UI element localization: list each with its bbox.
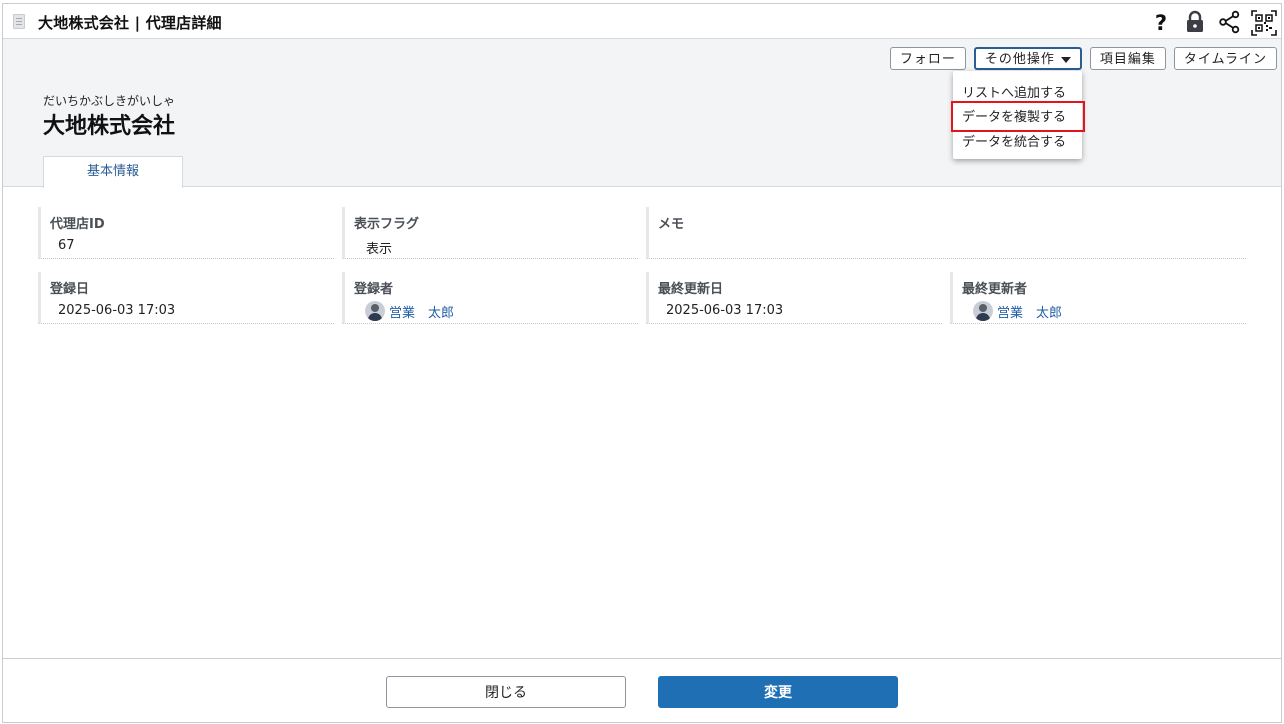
tab-basic-info[interactable]: 基本情報 xyxy=(43,156,183,188)
other-actions-label: その他操作 xyxy=(984,51,1055,66)
action-button-row: フォロー その他操作 項目編集 タイムライン xyxy=(889,47,1277,70)
company-name: 大地株式会社 xyxy=(43,114,176,139)
field-label: 登録者 xyxy=(354,282,394,297)
field-value: 67 xyxy=(58,238,75,253)
field-agency-id: 代理店ID 67 xyxy=(38,207,334,259)
field-label: 表示フラグ xyxy=(354,217,420,232)
avatar xyxy=(365,301,385,321)
record-header: フォロー その他操作 項目編集 タイムライン だいちかぶしきがいしゃ 大地株式会… xyxy=(3,39,1281,188)
caret-down-icon xyxy=(1060,56,1071,63)
field-registered-date: 登録日 2025-06-03 17:03 xyxy=(38,272,334,324)
field-memo: メモ xyxy=(646,207,1246,259)
follow-button[interactable]: フォロー xyxy=(889,47,966,70)
menu-item-merge-data[interactable]: データを統合する xyxy=(962,131,1066,150)
title-bar-icons: ? xyxy=(1149,9,1277,36)
change-button[interactable]: 変更 xyxy=(658,676,898,708)
user-link[interactable]: 営業 太郎 xyxy=(973,301,1062,321)
field-registered-by: 登録者 営業 太郎 xyxy=(342,272,638,324)
detail-window: 大地株式会社 | 代理店詳細 ? フォロー その他操作 項目編集 タイムライン … xyxy=(2,3,1282,723)
help-icon[interactable]: ? xyxy=(1149,10,1173,35)
user-name[interactable]: 営業 太郎 xyxy=(997,302,1062,321)
field-label: 最終更新者 xyxy=(962,282,1028,297)
qr-code-icon[interactable] xyxy=(1251,10,1277,36)
field-label: 最終更新日 xyxy=(658,282,724,297)
close-button[interactable]: 閉じる xyxy=(386,676,626,708)
document-icon xyxy=(13,14,25,29)
field-display-flag: 表示フラグ 表示 xyxy=(342,207,638,259)
field-last-updated-date: 最終更新日 2025-06-03 17:03 xyxy=(646,272,942,324)
field-label: メモ xyxy=(658,217,685,232)
field-label: 登録日 xyxy=(50,282,90,297)
field-label: 代理店ID xyxy=(50,217,105,232)
timeline-button[interactable]: タイムライン xyxy=(1173,47,1277,70)
footer-bar: 閉じる 変更 xyxy=(3,658,1281,722)
edit-fields-button[interactable]: 項目編集 xyxy=(1089,47,1166,70)
user-name[interactable]: 営業 太郎 xyxy=(389,302,454,321)
field-last-updated-by: 最終更新者 営業 太郎 xyxy=(950,272,1246,324)
share-icon[interactable] xyxy=(1217,10,1241,34)
field-value: 表示 xyxy=(366,242,393,257)
other-actions-button[interactable]: その他操作 xyxy=(973,47,1082,70)
avatar xyxy=(973,301,993,321)
company-kana: だいちかぶしきがいしゃ xyxy=(43,94,176,108)
lock-icon[interactable] xyxy=(1183,10,1207,34)
title-bar: 大地株式会社 | 代理店詳細 ? xyxy=(3,4,1281,39)
highlight-box xyxy=(951,101,1085,132)
field-value: 2025-06-03 17:03 xyxy=(58,303,176,318)
svg-text:?: ? xyxy=(1155,11,1167,34)
field-value: 2025-06-03 17:03 xyxy=(666,303,784,318)
user-link[interactable]: 営業 太郎 xyxy=(365,301,454,321)
window-title: 大地株式会社 | 代理店詳細 xyxy=(38,14,222,32)
menu-item-add-to-list[interactable]: リストへ追加する xyxy=(962,82,1066,101)
